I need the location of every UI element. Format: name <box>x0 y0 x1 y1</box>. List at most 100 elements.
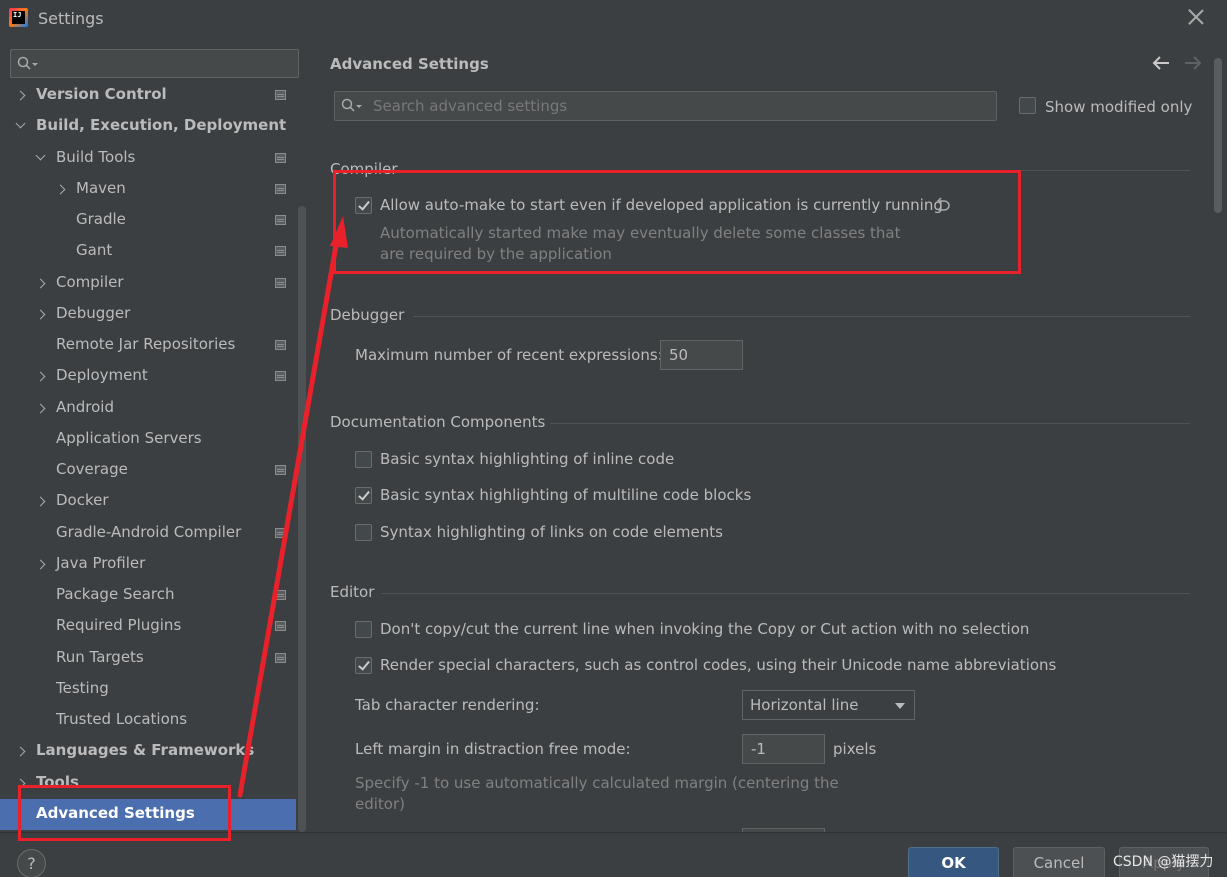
inline-highlight-checkbox[interactable] <box>355 451 372 468</box>
inline-highlight-label[interactable]: Basic syntax highlighting of inline code <box>380 450 674 468</box>
main-scrollbar[interactable] <box>1214 58 1222 213</box>
sidebar-item-label: Debugger <box>56 303 131 322</box>
sidebar-item-gant[interactable]: Gant <box>0 236 296 267</box>
docs-section-title: Documentation Components <box>330 413 546 431</box>
left-margin-description: Specify -1 to use automatically calculat… <box>355 774 839 792</box>
sidebar-item-label: Version Control <box>36 85 167 103</box>
tab-rendering-dropdown[interactable]: Horizontal line <box>742 690 915 720</box>
close-icon[interactable] <box>1187 8 1205 26</box>
left-margin-description: editor) <box>355 795 405 813</box>
no-copy-label[interactable]: Don't copy/cut the current line when inv… <box>380 620 1029 638</box>
help-button[interactable]: ? <box>17 849 46 877</box>
sidebar-item-label: Gradle <box>76 210 126 228</box>
editor-section-title: Editor <box>330 583 375 601</box>
show-modified-label[interactable]: Show modified only <box>1045 98 1192 116</box>
sidebar-item-testing[interactable]: Testing <box>0 674 296 705</box>
sidebar-search-input[interactable] <box>10 49 299 78</box>
sidebar-item-languages-frameworks[interactable]: Languages & Frameworks <box>0 736 296 767</box>
sidebar-item-run-targets[interactable]: Run Targets <box>0 643 296 674</box>
chevron-right-icon[interactable] <box>35 371 46 382</box>
show-modified-checkbox[interactable] <box>1019 97 1036 114</box>
chevron-down-icon[interactable] <box>35 150 46 160</box>
sidebar-item-advanced-settings[interactable]: Advanced Settings <box>0 798 296 830</box>
sidebar-item-version-control[interactable]: Version Control <box>0 80 296 111</box>
sidebar-item-label: Package Search <box>56 585 175 603</box>
sidebar-item-label: Required Plugins <box>56 616 182 635</box>
chevron-right-icon[interactable] <box>55 184 66 195</box>
chevron-right-icon[interactable] <box>35 559 46 570</box>
advanced-search-input[interactable]: Search advanced settings <box>334 91 997 121</box>
cancel-button[interactable]: Cancel <box>1013 847 1105 877</box>
chevron-right-icon[interactable] <box>15 746 26 757</box>
compiler-section-title: Compiler <box>330 160 398 178</box>
auto-make-checkbox[interactable] <box>355 197 372 214</box>
page-title: Advanced Settings <box>330 55 489 73</box>
sidebar-item-label: Build Tools <box>56 147 136 166</box>
project-settings-icon <box>275 527 286 538</box>
window-title: Settings <box>38 9 104 28</box>
chevron-down-icon <box>895 703 905 709</box>
back-arrow-icon[interactable] <box>1152 56 1170 70</box>
chevron-right-icon[interactable] <box>15 778 26 788</box>
render-special-label[interactable]: Render special characters, such as contr… <box>380 656 1056 674</box>
section-divider <box>413 316 1190 317</box>
multiline-highlight-checkbox[interactable] <box>355 487 372 504</box>
search-icon <box>17 56 38 70</box>
sidebar-item-tools[interactable]: Tools <box>0 768 296 799</box>
chevron-right-icon[interactable] <box>35 309 46 320</box>
reset-icon[interactable] <box>933 197 951 213</box>
sidebar-item-java-profiler[interactable]: Java Profiler <box>0 549 296 580</box>
sidebar-item-maven[interactable]: Maven <box>0 174 296 205</box>
section-divider <box>382 593 1190 594</box>
title-bar: IJ Settings <box>0 0 1227 38</box>
sidebar-item-gradle-android-compiler[interactable]: Gradle-Android Compiler <box>0 518 296 549</box>
sidebar-item-build-tools[interactable]: Build Tools <box>0 143 296 174</box>
left-margin-label: Left margin in distraction free mode: <box>355 740 631 758</box>
sidebar-item-label: Testing <box>56 678 109 697</box>
chevron-down-icon[interactable] <box>15 118 26 129</box>
sidebar-item-label: Advanced Settings <box>36 803 195 822</box>
settings-sidebar: Version Control Build, Execution, Deploym… <box>0 38 310 832</box>
sidebar-item-gradle[interactable]: Gradle <box>0 205 296 236</box>
tab-rendering-label: Tab character rendering: <box>355 696 540 714</box>
sidebar-item-package-search[interactable]: Package Search <box>0 580 296 611</box>
watermark-text: CSDN @猫摆力 <box>1113 854 1214 870</box>
sidebar-item-label: Tools <box>36 772 79 791</box>
sidebar-item-label: Languages & Frameworks <box>36 741 255 760</box>
sidebar-item-application-servers[interactable]: Application Servers <box>0 424 296 455</box>
project-settings-icon <box>275 465 286 475</box>
no-copy-checkbox[interactable] <box>355 621 372 638</box>
max-expressions-field[interactable]: 50 <box>660 340 743 370</box>
sidebar-item-remote-jar-repositories[interactable]: Remote Jar Repositories <box>0 330 296 361</box>
sidebar-item-label: Coverage <box>56 460 128 478</box>
sidebar-item-android[interactable]: Android <box>0 393 296 424</box>
chevron-right-icon[interactable] <box>35 403 46 413</box>
sidebar-item-coverage[interactable]: Coverage <box>0 455 296 486</box>
sidebar-item-label: Application Servers <box>56 428 202 447</box>
sidebar-scrollbar[interactable] <box>298 206 306 832</box>
chevron-right-icon[interactable] <box>35 496 46 507</box>
forward-arrow-icon[interactable] <box>1184 56 1202 70</box>
intellij-app-icon: IJ <box>9 8 28 27</box>
sidebar-item-label: Android <box>56 397 114 416</box>
ok-button[interactable]: OK <box>908 847 999 877</box>
sidebar-item-deployment[interactable]: Deployment <box>0 361 296 392</box>
links-highlight-label[interactable]: Syntax highlighting of links on code ele… <box>380 523 723 541</box>
chevron-right-icon[interactable] <box>15 90 26 101</box>
sidebar-item-required-plugins[interactable]: Required Plugins <box>0 611 296 642</box>
chevron-right-icon[interactable] <box>35 278 46 288</box>
auto-make-label[interactable]: Allow auto-make to start even if develop… <box>380 196 943 214</box>
sidebar-item-compiler[interactable]: Compiler <box>0 268 296 299</box>
auto-make-description: are required by the application <box>380 245 612 263</box>
project-settings-icon <box>275 621 286 632</box>
sidebar-item-debugger[interactable]: Debugger <box>0 299 296 330</box>
render-special-checkbox[interactable] <box>355 657 372 674</box>
sidebar-item-docker[interactable]: Docker <box>0 486 296 517</box>
sidebar-item-trusted-locations[interactable]: Trusted Locations <box>0 705 296 736</box>
multiline-highlight-label[interactable]: Basic syntax highlighting of multiline c… <box>380 486 751 504</box>
left-margin-field[interactable]: -1 <box>742 734 825 764</box>
sidebar-item-build-execution-deployment[interactable]: Build, Execution, Deployment <box>0 111 296 142</box>
links-highlight-checkbox[interactable] <box>355 524 372 541</box>
project-settings-icon <box>275 215 286 225</box>
sidebar-item-label: Run Targets <box>56 647 144 666</box>
